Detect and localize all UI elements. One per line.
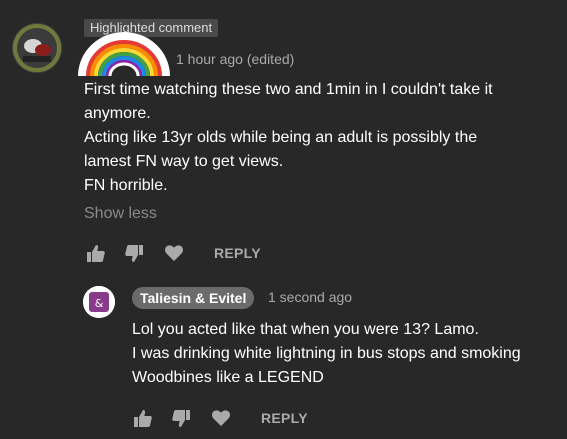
thumbs-up-icon[interactable] xyxy=(84,243,108,263)
svg-text:&: & xyxy=(95,297,104,310)
comment-line: First time watching these two and 1min i… xyxy=(84,81,493,122)
comment-body: First time watching these two and 1min i… xyxy=(84,78,524,198)
rainbow-sticker xyxy=(78,32,170,80)
heart-icon[interactable] xyxy=(162,243,186,263)
reply-body: Lol you acted like that when you were 13… xyxy=(132,318,552,390)
reply-button[interactable]: REPLY xyxy=(261,410,308,426)
comment-timestamp[interactable]: 1 hour ago (edited) xyxy=(176,51,294,67)
heart-icon[interactable] xyxy=(209,408,233,428)
reply-line: I was drinking white lightning in bus st… xyxy=(132,345,521,386)
comment-actions: REPLY xyxy=(84,243,261,263)
thumbs-up-icon[interactable] xyxy=(131,408,155,428)
reply-author-name[interactable]: Taliesin & Evitel xyxy=(132,287,255,309)
thumbs-down-icon[interactable] xyxy=(122,243,146,263)
comment-line: Acting like 13yr olds while being an adu… xyxy=(84,129,478,170)
show-less-link[interactable]: Show less xyxy=(84,205,157,223)
comment-line: FN horrible. xyxy=(84,177,168,194)
reply-actions: REPLY xyxy=(131,408,308,428)
reply-button[interactable]: REPLY xyxy=(214,245,261,261)
reply-timestamp[interactable]: 1 second ago xyxy=(268,289,352,305)
comment-thread: Highlighted comment 1 hour ago (edited) … xyxy=(0,0,567,439)
reply-author-avatar[interactable]: & xyxy=(83,286,115,318)
thumbs-down-icon[interactable] xyxy=(169,408,193,428)
commenter-avatar[interactable] xyxy=(12,23,62,73)
reply-line: Lol you acted like that when you were 13… xyxy=(132,321,479,338)
